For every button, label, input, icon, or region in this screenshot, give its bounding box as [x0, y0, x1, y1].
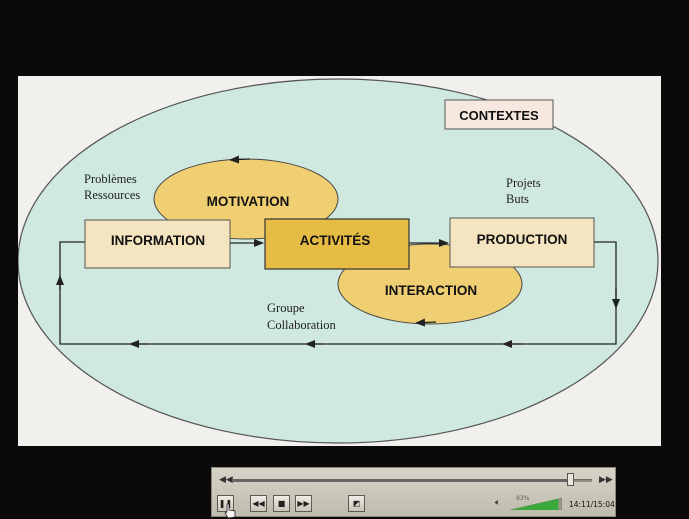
skip-back-icon[interactable]: ◀◀ — [219, 475, 233, 485]
seek-bar[interactable] — [232, 479, 592, 482]
next-button[interactable]: ▶▶ — [295, 495, 312, 512]
previous-button[interactable]: ◀◀ — [250, 495, 267, 512]
media-player-bar: ◀◀ ▶▶ ❚❚ ◀◀ ■ ▶▶ ◩ 🔈︎ 93% 14:11/15:04 — [211, 467, 616, 517]
concept-diagram: CONTEXTES INFORMATION ACTIVITÉS PRODUCTI… — [18, 78, 659, 444]
fullscreen-button[interactable]: ◩ — [348, 495, 365, 512]
fullscreen-icon: ◩ — [352, 499, 361, 508]
seek-handle[interactable] — [567, 473, 575, 486]
interaction-label: INTERACTION — [385, 283, 477, 298]
stop-icon: ■ — [277, 499, 286, 508]
contexts-label: CONTEXTES — [459, 108, 539, 123]
note-group: Groupe — [267, 301, 305, 315]
volume-percent: 93% — [516, 495, 530, 502]
motivation-label: MOTIVATION — [207, 194, 290, 209]
next-icon: ▶▶ — [297, 499, 310, 508]
speaker-icon[interactable]: 🔈︎ — [495, 498, 500, 508]
note-problems: Problèmes — [84, 172, 137, 186]
note-goals: Buts — [506, 192, 529, 206]
seek-progress — [232, 479, 571, 482]
information-label: INFORMATION — [111, 233, 205, 248]
production-label: PRODUCTION — [477, 232, 568, 247]
slide: CONTEXTES INFORMATION ACTIVITÉS PRODUCTI… — [18, 76, 661, 446]
note-resources: Ressources — [84, 188, 140, 202]
previous-icon: ◀◀ — [252, 499, 265, 508]
activities-label: ACTIVITÉS — [300, 233, 371, 248]
time-readout: 14:11/15:04 — [569, 500, 615, 509]
note-collaboration: Collaboration — [267, 318, 336, 332]
note-projects: Projets — [506, 176, 541, 190]
stop-button[interactable]: ■ — [273, 495, 290, 512]
skip-forward-icon[interactable]: ▶▶ — [599, 475, 613, 485]
